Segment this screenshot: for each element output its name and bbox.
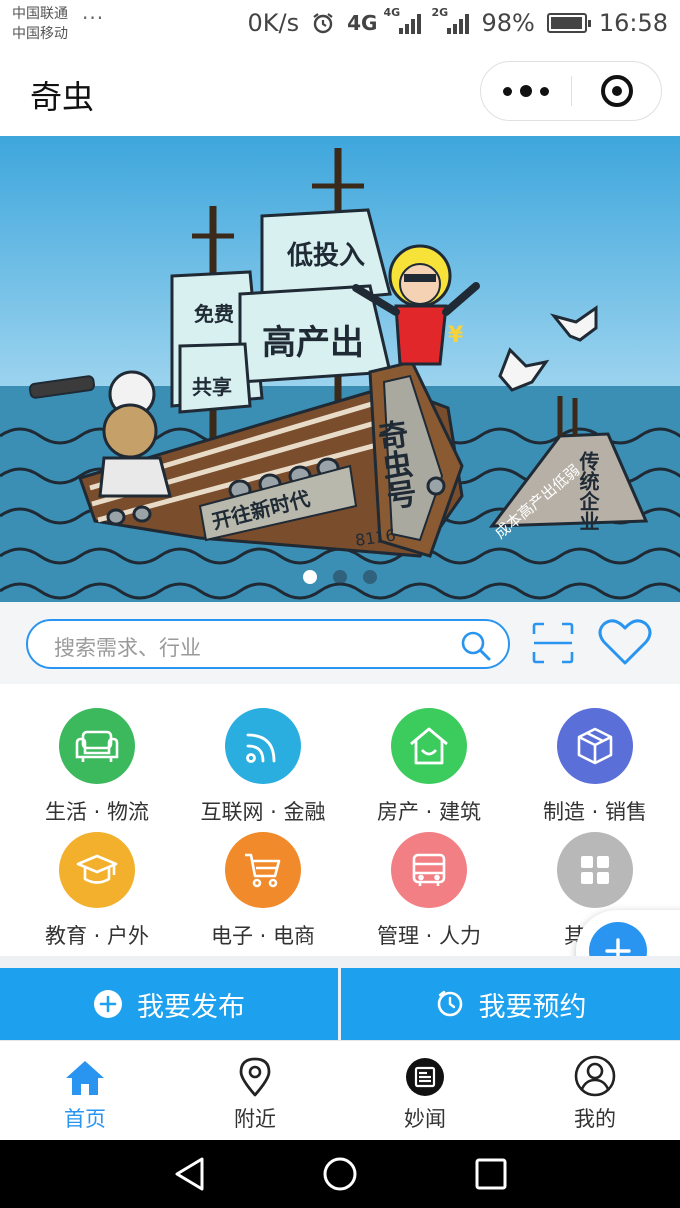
carrier-2: 中国移动 <box>12 26 68 42</box>
battery-icon <box>546 13 591 33</box>
bus-icon <box>412 853 446 886</box>
category-label: 电子 · 电商 <box>210 924 316 948</box>
yuan-sign: ¥ <box>448 323 464 348</box>
category-education-outdoor[interactable]: 教育 · 户外 <box>12 832 182 950</box>
category-icon-bg-3 <box>557 708 633 784</box>
house-icon <box>410 727 448 765</box>
clock-icon <box>437 990 462 1017</box>
category-label: 房产 · 建筑 <box>376 800 482 824</box>
carrier-1: 中国联通 <box>12 6 68 22</box>
home-icon <box>66 1061 104 1095</box>
category-electronics-ecommerce[interactable]: 电子 · 电商 <box>178 832 348 950</box>
category-life-logistics[interactable]: 生活 · 物流 <box>12 708 182 826</box>
tab-label: 附近 <box>234 1107 276 1131</box>
miniprogram-capsule <box>480 61 662 121</box>
status-bar: 中国联通 中国移动 ··· 0K/s 4G 4G 2G 98% 16:58 <box>0 0 680 48</box>
user-icon <box>574 1055 616 1097</box>
location-pin-icon <box>239 1057 271 1097</box>
tab-label: 首页 <box>64 1107 106 1131</box>
search-row: 搜索需求、行业 <box>0 602 680 684</box>
more-icon <box>503 86 512 96</box>
signal-4g-icon: 4G <box>383 6 422 34</box>
category-management-hr[interactable]: 管理 · 人力 <box>344 832 514 950</box>
tab-nearby[interactable]: 附近 <box>170 1041 340 1141</box>
search-icon[interactable] <box>460 630 492 662</box>
category-label: 教育 · 户外 <box>44 924 150 948</box>
carousel-dot[interactable] <box>303 570 317 584</box>
tab-label: 我的 <box>574 1107 616 1131</box>
carousel-indicator <box>0 570 680 584</box>
sail-text-1: 低投入 <box>286 241 365 271</box>
battery-percent: 98% <box>481 9 535 37</box>
alarm-icon <box>313 13 333 34</box>
category-icon-bg-7 <box>557 832 633 908</box>
sail-text-2: 免费 <box>194 302 234 326</box>
sofa-icon <box>75 730 119 762</box>
more-button[interactable] <box>481 62 571 120</box>
category-label: 管理 · 人力 <box>376 924 482 948</box>
back-icon[interactable] <box>172 1156 208 1192</box>
category-icon-bg-2 <box>391 708 467 784</box>
android-nav-bar <box>0 1140 680 1208</box>
category-icon-bg-6 <box>391 832 467 908</box>
category-label: 制造 · 销售 <box>542 800 648 824</box>
category-label: 生活 · 物流 <box>44 800 150 824</box>
banner-carousel[interactable]: 低投入 免费 高产出 共享 开往新时代 ¥ 奇虫号 8116 传统企业 成本高产… <box>0 136 680 602</box>
signal-2g-label: 2G <box>431 6 449 19</box>
carousel-dot[interactable] <box>363 570 377 584</box>
news-icon <box>406 1058 444 1096</box>
close-miniprogram-icon <box>600 75 633 107</box>
category-manufacturing-sales[interactable]: 制造 · 销售 <box>510 708 680 826</box>
carousel-dot[interactable] <box>333 570 347 584</box>
grid-icon <box>581 856 609 884</box>
home-nav-icon[interactable] <box>322 1156 358 1192</box>
favorite-heart-icon[interactable] <box>598 618 652 666</box>
banner-illustration: 低投入 免费 高产出 共享 开往新时代 ¥ 奇虫号 8116 传统企业 成本高产… <box>0 136 680 602</box>
clock: 16:58 <box>598 9 668 37</box>
action-bar: 我要发布 我要预约 <box>0 956 680 1040</box>
tab-news[interactable]: 妙闻 <box>340 1041 510 1141</box>
add-circle-icon <box>94 990 122 1018</box>
cart-icon <box>245 853 281 888</box>
close-miniprogram-button[interactable] <box>572 62 661 120</box>
scan-icon[interactable] <box>532 622 574 664</box>
signal-2g-icon: 2G <box>431 6 470 34</box>
reserve-button[interactable]: 我要预约 <box>341 968 680 1040</box>
net-speed: 0K/s <box>247 9 300 37</box>
tab-label: 妙闻 <box>404 1107 446 1131</box>
publish-label: 我要发布 <box>137 991 245 1023</box>
category-label: 互联网 · 金融 <box>200 800 326 824</box>
signal-4g-label: 4G <box>383 6 401 19</box>
category-icon-bg-5 <box>225 832 301 908</box>
graduation-cap-icon <box>76 854 118 884</box>
category-icon-bg-4 <box>59 832 135 908</box>
tab-bar: 首页 附近 妙闻 我的 <box>0 1040 680 1140</box>
rss-icon <box>246 733 276 763</box>
reserve-label: 我要预约 <box>478 991 587 1023</box>
category-realestate-construction[interactable]: 房产 · 建筑 <box>344 708 514 826</box>
publish-button[interactable]: 我要发布 <box>0 968 338 1040</box>
wreck-label: 传统企业 <box>576 451 600 531</box>
tab-profile[interactable]: 我的 <box>510 1041 680 1141</box>
category-grid: 生活 · 物流 互联网 · 金融 房产 · 建筑 制造 · 销售 教育 · 户外… <box>0 684 680 956</box>
carrier-info: 中国联通 中国移动 <box>12 4 68 44</box>
net-4g-label: 4G <box>347 11 378 35</box>
sail-text-4: 共享 <box>192 375 232 399</box>
category-icon-bg-0 <box>59 708 135 784</box>
category-internet-finance[interactable]: 互联网 · 金融 <box>178 708 348 826</box>
title-bar: 奇虫 <box>0 48 680 136</box>
recents-icon[interactable] <box>474 1156 508 1192</box>
category-icon-bg-1 <box>225 708 301 784</box>
status-overflow: ··· <box>82 6 105 30</box>
search-placeholder: 搜索需求、行业 <box>54 636 201 660</box>
box-icon <box>577 727 613 765</box>
search-input[interactable]: 搜索需求、行业 <box>26 619 510 669</box>
sail-text-3: 高产出 <box>262 323 364 363</box>
page-title: 奇虫 <box>30 78 95 116</box>
tab-home[interactable]: 首页 <box>0 1041 170 1141</box>
